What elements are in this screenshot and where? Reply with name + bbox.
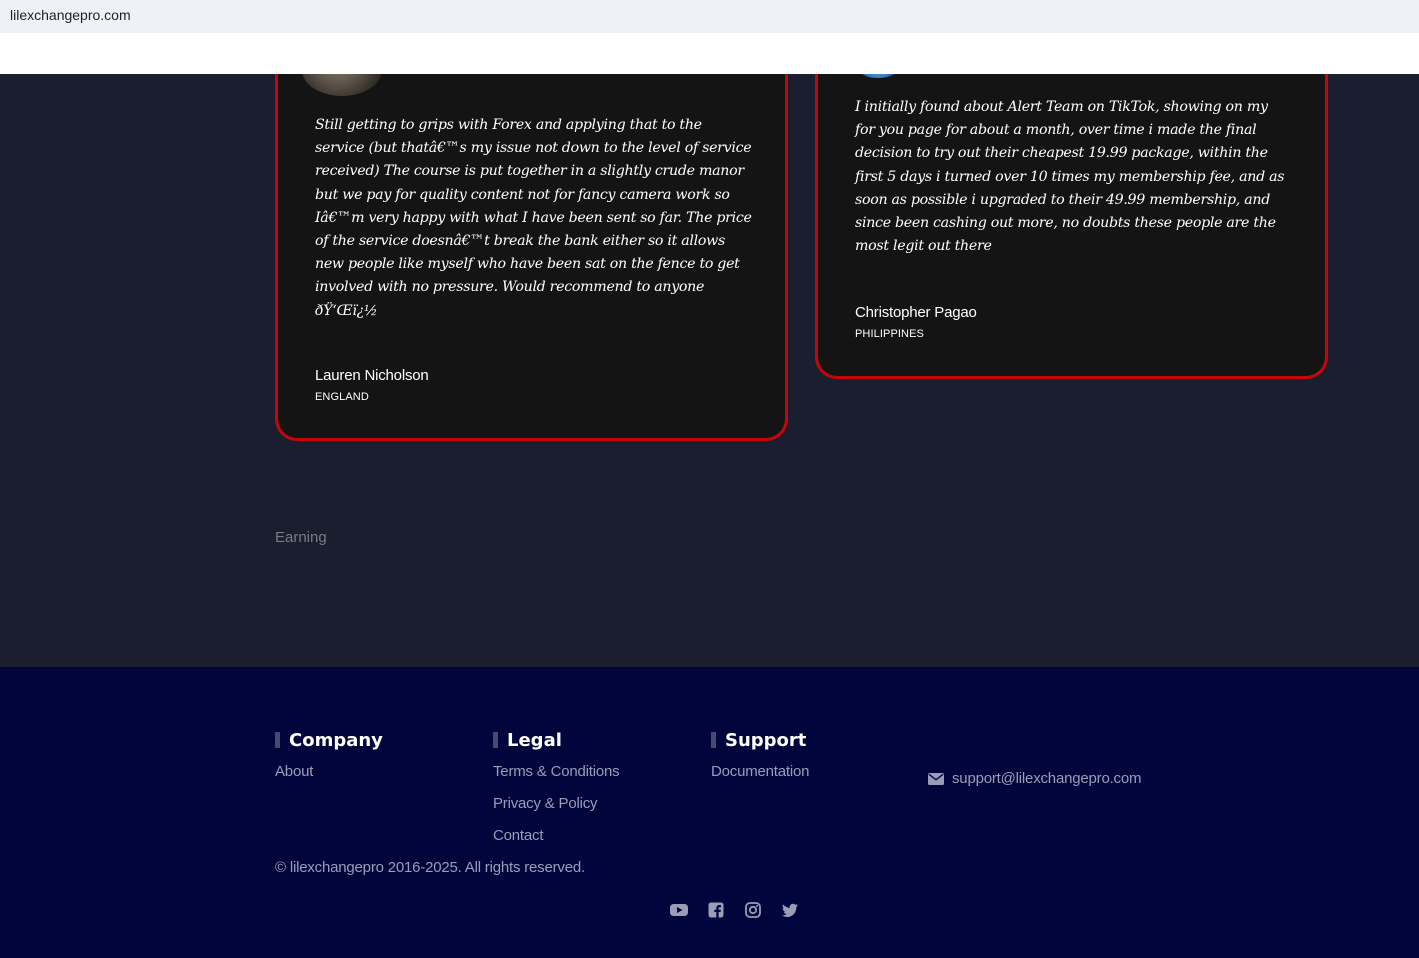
footer-column-support: Support Documentation bbox=[711, 729, 809, 794]
copyright-text: © lilexchangepro 2016-2025. All rights r… bbox=[275, 859, 585, 876]
footer-link-documentation[interactable]: Documentation bbox=[711, 762, 809, 794]
testimonial-card: I initially found about Alert Team on Ti… bbox=[815, 60, 1328, 379]
testimonial-author: Christopher Pagao bbox=[855, 304, 977, 321]
testimonials-section: Still getting to grips with Forex and ap… bbox=[0, 44, 1419, 667]
footer-link-list: About bbox=[275, 762, 383, 794]
footer-column-heading: Company bbox=[275, 729, 383, 751]
footer-link-privacy[interactable]: Privacy & Policy bbox=[493, 794, 619, 826]
url-text[interactable]: lilexchangepro.com bbox=[10, 7, 131, 23]
testimonial-country: ENGLAND bbox=[315, 391, 369, 403]
footer-column-heading: Support bbox=[711, 729, 809, 751]
testimonial-card: Still getting to grips with Forex and ap… bbox=[275, 44, 788, 441]
footer-column-title: Legal bbox=[507, 729, 562, 751]
heading-accent-bar bbox=[275, 732, 280, 748]
heading-accent-bar bbox=[493, 732, 498, 748]
footer-column-legal: Legal Terms & Conditions Privacy & Polic… bbox=[493, 729, 620, 858]
envelope-icon bbox=[928, 772, 944, 785]
footer-link-terms[interactable]: Terms & Conditions bbox=[493, 762, 620, 794]
support-email-link[interactable]: support@lilexchangepro.com bbox=[952, 770, 1141, 787]
testimonial-quote: Still getting to grips with Forex and ap… bbox=[315, 117, 752, 319]
footer-column-title: Company bbox=[289, 729, 383, 751]
testimonial-country: PHILIPPINES bbox=[855, 328, 924, 340]
heading-accent-bar bbox=[711, 732, 716, 748]
earning-label: Earning bbox=[275, 529, 327, 546]
footer-link-list: Terms & Conditions Privacy & Policy Cont… bbox=[493, 762, 620, 858]
testimonial-quote: I initially found about Alert Team on Ti… bbox=[855, 99, 1285, 255]
twitter-icon[interactable] bbox=[781, 901, 799, 919]
social-links bbox=[670, 901, 818, 919]
site-footer: Company About Legal Terms & Conditions P… bbox=[0, 667, 1419, 958]
facebook-icon[interactable] bbox=[707, 901, 725, 919]
footer-column-heading: Legal bbox=[493, 729, 619, 751]
youtube-icon[interactable] bbox=[670, 901, 688, 919]
footer-column-company: Company About bbox=[275, 729, 383, 794]
footer-link-about[interactable]: About bbox=[275, 762, 383, 794]
testimonial-author: Lauren Nicholson bbox=[315, 367, 429, 384]
footer-column-title: Support bbox=[725, 729, 807, 751]
footer-link-contact[interactable]: Contact bbox=[493, 826, 619, 858]
site-header-bar bbox=[0, 33, 1419, 74]
instagram-icon[interactable] bbox=[744, 901, 762, 919]
browser-address-bar[interactable]: lilexchangepro.com bbox=[0, 0, 1419, 33]
support-email-contact[interactable]: support@lilexchangepro.com bbox=[928, 770, 1141, 787]
footer-link-list: Documentation bbox=[711, 762, 809, 794]
